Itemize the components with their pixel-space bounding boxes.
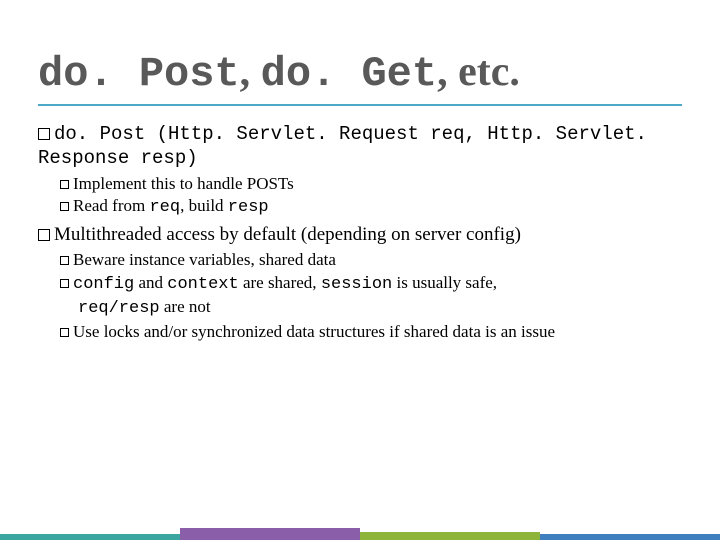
slide-title: do. Post, do. Get, etc. (38, 48, 682, 106)
bullet-box-icon (60, 202, 69, 211)
bullet-2-1-text: Beware instance variables, shared data (73, 250, 336, 269)
bullet-1-text: do. Post (Http. Servlet. Request req, Ht… (38, 123, 647, 169)
bullet-2-3-text: Use locks and/or synchronized data struc… (73, 322, 555, 341)
b2s2-a: config (73, 275, 134, 294)
footer-accent (0, 528, 720, 540)
b2s2-c: context (167, 275, 238, 294)
bullet-2-3: Use locks and/or synchronized data struc… (60, 321, 682, 343)
slide: do. Post, do. Get, etc. do. Post (Http. … (0, 0, 720, 540)
slide-body: do. Post (Http. Servlet. Request req, Ht… (38, 114, 682, 342)
bullet-1: do. Post (Http. Servlet. Request req, Ht… (38, 122, 682, 171)
bullet-1-1: Implement this to handle POSTs (60, 173, 682, 195)
title-sep-1: , (240, 49, 261, 95)
bullet-2-text: Multithreaded access by default (dependi… (54, 224, 521, 245)
bullet-1-2-req: req (149, 198, 180, 217)
bullet-1-1-text: Implement this to handle POSTs (73, 174, 294, 193)
bullet-box-icon (38, 229, 50, 241)
bullet-1-2: Read from req, build resp (60, 195, 682, 219)
bullet-1-2-mid: , build (180, 196, 228, 215)
b2s2-h: are not (160, 297, 211, 316)
bullet-2-1: Beware instance variables, shared data (60, 249, 682, 271)
bullet-box-icon (60, 279, 69, 288)
bullet-2-2-wrap: req/resp are not (60, 296, 682, 320)
b2s2-d: are shared, (239, 273, 321, 292)
accent-bar (540, 534, 720, 540)
bullet-1-2-pre: Read from (73, 196, 149, 215)
b2s2-e: session (321, 275, 392, 294)
accent-bar (180, 528, 360, 540)
b2s2-f: is usually safe, (392, 273, 497, 292)
accent-bar (360, 532, 540, 540)
b2s2-g: req/resp (78, 299, 160, 318)
bullet-1-2-resp: resp (228, 198, 269, 217)
bullet-2: Multithreaded access by default (dependi… (38, 223, 682, 247)
bullet-box-icon (60, 328, 69, 337)
title-part-1: do. Post (38, 50, 240, 98)
b2s2-b: and (134, 273, 167, 292)
bullet-box-icon (38, 128, 50, 140)
title-part-2: do. Get (261, 50, 437, 98)
bullet-2-2: config and context are shared, session i… (60, 272, 682, 320)
accent-bar (0, 534, 180, 540)
bullet-box-icon (60, 180, 69, 189)
title-sep-2: , etc. (437, 49, 520, 95)
bullet-box-icon (60, 256, 69, 265)
